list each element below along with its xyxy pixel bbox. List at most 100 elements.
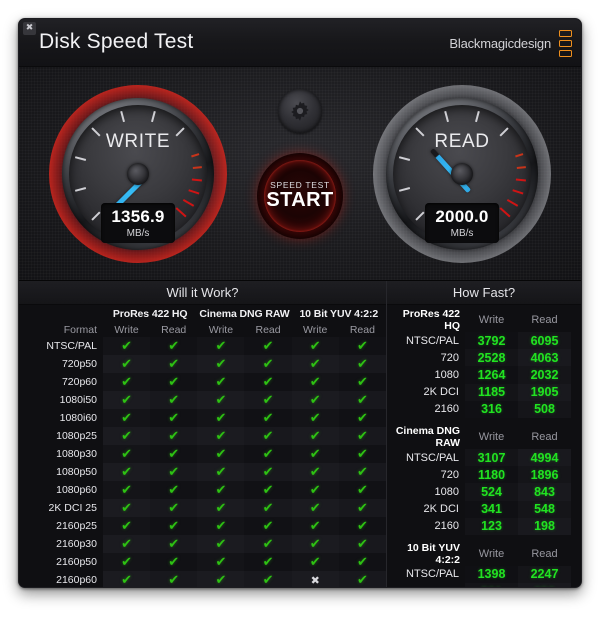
- check-icon: ✔: [309, 519, 321, 534]
- table-row: 2160p30 ✔ ✔ ✔ ✔ ✔ ✔: [19, 535, 386, 553]
- hf-section-header: Cinema DNG RAW Write Read: [393, 425, 571, 449]
- wiw-cell: ✔: [197, 409, 245, 427]
- wiw-cell: ✔: [197, 571, 245, 588]
- wiw-cell: ✔: [338, 391, 386, 409]
- wiw-group-header-0: ProRes 422 HQ: [112, 307, 188, 320]
- check-icon: ✔: [121, 465, 133, 480]
- wiw-cell: ✔: [291, 373, 339, 391]
- close-icon[interactable]: ✖: [23, 22, 36, 35]
- hf-write-value: 1185: [465, 383, 518, 401]
- wiw-cell: ✔: [103, 499, 151, 517]
- wiw-cell: ✔: [291, 553, 339, 571]
- will-it-work-title: Will it Work?: [19, 281, 386, 305]
- hf-section-name: ProRes 422 HQ: [402, 308, 460, 332]
- table-row: 2K DCI 341 548: [393, 500, 571, 518]
- wiw-cell: ✔: [197, 391, 245, 409]
- wiw-cell: ✔: [244, 517, 292, 535]
- check-icon: ✔: [168, 411, 180, 426]
- check-icon: ✔: [356, 357, 368, 372]
- hf-write-value: 341: [465, 500, 518, 518]
- wiw-cell: ✔: [150, 553, 198, 571]
- wiw-cell: ✔: [150, 535, 198, 553]
- table-row: NTSC/PAL 3107 4994: [393, 448, 571, 467]
- gauge-redzone-tick: [514, 153, 524, 158]
- wiw-cell: ✔: [244, 355, 292, 373]
- check-icon: ✔: [262, 573, 274, 588]
- hf-read-value: 843: [518, 483, 571, 501]
- table-row: 1080 524 843: [393, 483, 571, 501]
- check-icon: ✔: [121, 411, 133, 426]
- check-icon: ✔: [309, 429, 321, 444]
- wiw-cell: ✔: [244, 391, 292, 409]
- check-icon: ✔: [309, 465, 321, 480]
- check-icon: ✔: [168, 537, 180, 552]
- wiw-cell: ✔: [338, 499, 386, 517]
- hf-read-value: 4994: [518, 448, 571, 467]
- wiw-cell: ✔: [103, 517, 151, 535]
- wiw-cell: ✔: [197, 373, 245, 391]
- hf-row-label: 2160: [434, 520, 459, 533]
- table-row: 1080i60 ✔ ✔ ✔ ✔ ✔ ✔: [19, 409, 386, 427]
- wiw-cell: ✔: [197, 535, 245, 553]
- check-icon: ✔: [309, 339, 321, 354]
- check-icon: ✔: [168, 501, 180, 516]
- gauge-redzone-tick: [515, 178, 526, 182]
- gauge-tick: [74, 156, 87, 161]
- check-icon: ✔: [215, 573, 227, 588]
- table-row: 2160p50 ✔ ✔ ✔ ✔ ✔ ✔: [19, 553, 386, 571]
- wiw-cell: ✔: [244, 481, 292, 499]
- check-icon: ✔: [215, 375, 227, 390]
- wiw-format-label: 1080p50: [56, 466, 97, 478]
- check-icon: ✔: [121, 501, 133, 516]
- wiw-format-label: 2160p30: [56, 538, 97, 550]
- start-button[interactable]: SPEED TEST START: [257, 153, 343, 239]
- hf-read-header: Read: [531, 314, 558, 326]
- wiw-cell: ✔: [244, 553, 292, 571]
- wiw-format-label: 1080i50: [59, 394, 97, 406]
- check-icon: ✔: [215, 411, 227, 426]
- wiw-cell: ✔: [291, 499, 339, 517]
- wiw-cell: ✔: [103, 355, 151, 373]
- check-icon: ✔: [262, 375, 274, 390]
- wiw-format-label: 2K DCI 25: [48, 502, 97, 514]
- check-icon: ✔: [262, 357, 274, 372]
- gear-icon[interactable]: [278, 89, 322, 133]
- wiw-cell: ✔: [197, 427, 245, 445]
- hf-write-value: 1180: [465, 466, 518, 484]
- table-row: 1080p30 ✔ ✔ ✔ ✔ ✔ ✔: [19, 445, 386, 463]
- check-icon: ✔: [168, 339, 180, 354]
- gear-glyph: [291, 101, 309, 121]
- read-gauge: READ 2000.0 MB/s: [373, 85, 551, 263]
- check-icon: ✔: [121, 483, 133, 498]
- wiw-cell: ✔: [291, 517, 339, 535]
- check-icon: ✔: [262, 483, 274, 498]
- check-icon: ✔: [121, 573, 133, 588]
- wiw-format-label: 1080p30: [56, 448, 97, 460]
- will-it-work-body: NTSC/PAL ✔ ✔ ✔ ✔ ✔ ✔ 720p50 ✔ ✔ ✔ ✔ ✔ ✔ 720p60 ✔ ✔ ✔ ✔ ✔ ✔ 10…: [19, 337, 386, 588]
- start-button-label: START: [266, 189, 334, 211]
- check-icon: ✔: [215, 465, 227, 480]
- table-row: NTSC/PAL 1398 2247: [393, 565, 571, 584]
- check-icon: ✔: [262, 519, 274, 534]
- wiw-cell: ✔: [103, 337, 151, 355]
- wiw-format-header: Format: [63, 323, 97, 336]
- wiw-cell: ✔: [197, 517, 245, 535]
- gauge-redzone-tick: [506, 198, 519, 208]
- check-icon: ✔: [309, 375, 321, 390]
- gauge-tick: [74, 187, 87, 192]
- wiw-format-label: 1080p60: [56, 484, 97, 496]
- table-row: NTSC/PAL 3792 6095: [393, 332, 571, 350]
- check-icon: ✔: [168, 573, 180, 588]
- wiw-cell: ✔: [150, 571, 198, 588]
- gauge-redzone-tick: [182, 198, 195, 208]
- wiw-cell: ✔: [244, 571, 292, 588]
- hf-write-value: 531: [465, 583, 518, 587]
- wiw-cell: ✔: [244, 427, 292, 445]
- write-gauge: WRITE 1356.9 MB/s: [49, 85, 227, 263]
- hf-read-value: 6095: [518, 332, 571, 350]
- hf-section-header: 10 Bit YUV 4:2:2 Write Read: [393, 542, 571, 566]
- hf-read-header: Read: [531, 547, 558, 560]
- hf-read-value: 548: [518, 500, 571, 518]
- wiw-cell: ✔: [197, 445, 245, 463]
- hf-write-header: Write: [478, 430, 505, 443]
